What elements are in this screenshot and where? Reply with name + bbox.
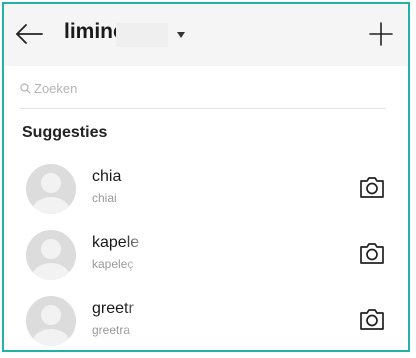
search-bar[interactable] xyxy=(20,68,386,109)
avatar[interactable] xyxy=(26,296,76,346)
avatar-placeholder-icon xyxy=(26,164,76,214)
display-name: chiai xyxy=(92,191,117,205)
avatar-placeholder-icon xyxy=(26,296,76,346)
top-bar: limino xyxy=(4,4,408,66)
section-title: Suggesties xyxy=(22,124,108,141)
username[interactable]: chia xyxy=(92,168,121,186)
avatar-placeholder-icon xyxy=(26,230,76,280)
search-input[interactable] xyxy=(34,80,334,96)
caret-down-icon[interactable] xyxy=(176,31,186,39)
app-frame: limino Suggesties chia chiai xyxy=(2,2,410,352)
suggestion-row[interactable]: chia chiai xyxy=(4,160,408,226)
search-icon xyxy=(20,82,31,94)
suggestion-row[interactable]: kapele kapeleç xyxy=(4,226,408,292)
text-fade xyxy=(124,232,184,278)
text-fade xyxy=(124,166,184,212)
text-fade xyxy=(124,298,184,344)
camera-icon[interactable] xyxy=(358,174,386,200)
redacted-area xyxy=(116,23,168,47)
suggestion-row[interactable]: greetr greetra xyxy=(4,292,408,350)
avatar[interactable] xyxy=(26,164,76,214)
plus-icon[interactable] xyxy=(368,21,394,47)
avatar[interactable] xyxy=(26,230,76,280)
arrow-left-icon[interactable] xyxy=(14,22,44,46)
camera-icon[interactable] xyxy=(358,240,386,266)
camera-icon[interactable] xyxy=(358,306,386,332)
